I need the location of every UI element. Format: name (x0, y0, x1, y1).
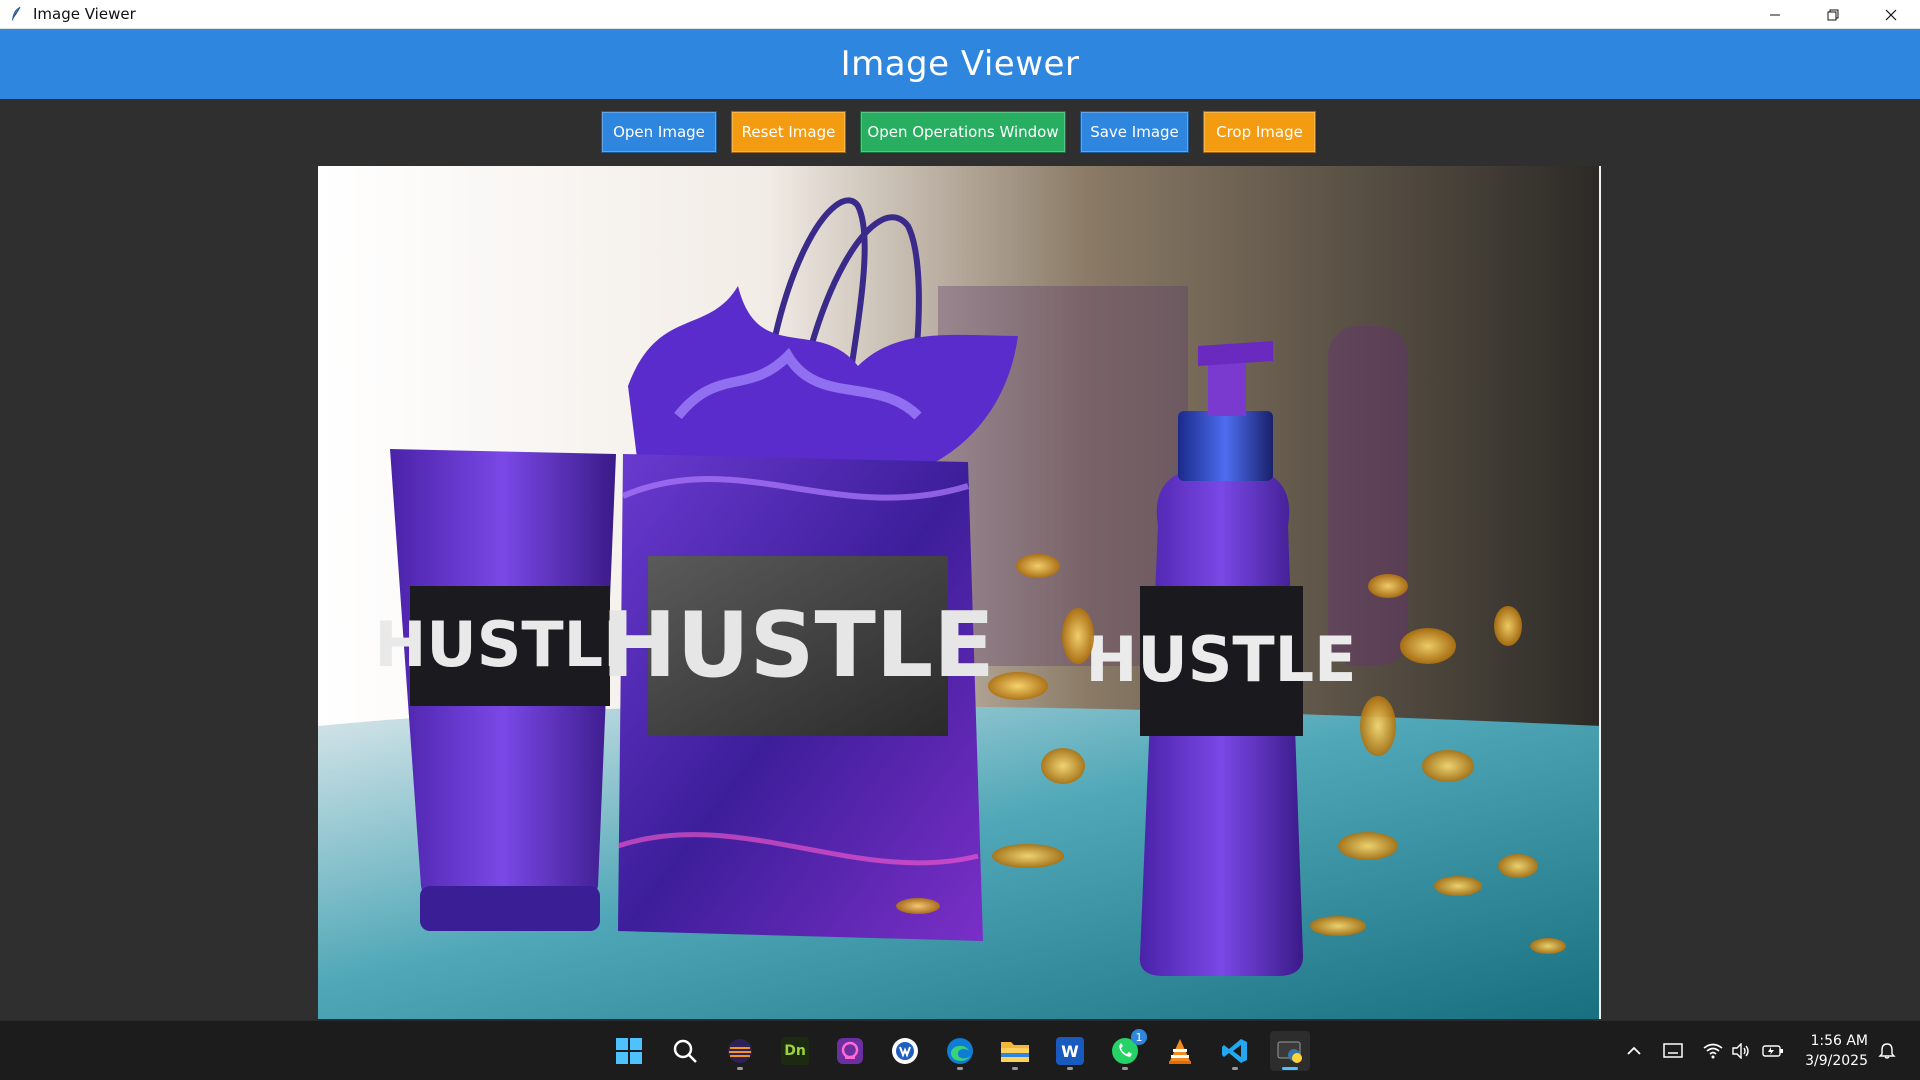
dimension-icon[interactable]: Dn (775, 1031, 815, 1071)
close-button[interactable] (1862, 0, 1920, 29)
display-icon[interactable] (1659, 1021, 1687, 1080)
open-image-button[interactable]: Open Image (601, 111, 717, 153)
clock-time: 1:56 AM (1810, 1033, 1868, 1049)
open-operations-window-button[interactable]: Open Operations Window (860, 111, 1066, 153)
word-icon[interactable]: W (1050, 1031, 1090, 1071)
minimize-button[interactable] (1746, 0, 1804, 29)
taskbar: Dn W 1 1:56 AM 3/9/2025 (0, 1020, 1920, 1080)
vlc-icon[interactable] (1160, 1031, 1200, 1071)
python-app-icon[interactable] (1270, 1031, 1310, 1071)
app-purple-icon[interactable] (830, 1031, 870, 1071)
svg-text:HUSTLE: HUSTLE (601, 593, 994, 698)
app-header-title: Image Viewer (840, 44, 1080, 84)
file-explorer-icon[interactable] (995, 1031, 1035, 1071)
crop-image-button[interactable]: Crop Image (1203, 111, 1316, 153)
eclipse-icon[interactable] (720, 1031, 760, 1071)
wifi-icon[interactable] (1700, 1021, 1726, 1080)
chevron-up-icon[interactable] (1620, 1021, 1648, 1080)
window-title: Image Viewer (33, 5, 136, 23)
toolbar: Open Image Reset Image Open Operations W… (0, 111, 1920, 153)
system-clock[interactable]: 1:56 AM 3/9/2025 (1788, 1031, 1868, 1071)
volume-icon[interactable] (1728, 1021, 1754, 1080)
search-icon[interactable] (665, 1031, 705, 1071)
save-image-button[interactable]: Save Image (1080, 111, 1189, 153)
window-titlebar: Image Viewer (0, 0, 1920, 29)
edge-icon[interactable] (940, 1031, 980, 1071)
app-header: Image Viewer (0, 29, 1920, 99)
clock-date: 3/9/2025 (1805, 1053, 1868, 1069)
start-icon[interactable] (609, 1031, 649, 1071)
notification-badge: 1 (1131, 1029, 1147, 1045)
app-blue-circle-icon[interactable] (885, 1031, 925, 1071)
whatsapp-icon[interactable]: 1 (1105, 1029, 1147, 1071)
reset-image-button[interactable]: Reset Image (731, 111, 846, 153)
restore-button[interactable] (1804, 0, 1862, 29)
battery-icon[interactable] (1760, 1021, 1786, 1080)
vscode-icon[interactable] (1215, 1031, 1255, 1071)
image-canvas[interactable]: HUSTLE HUSTLE HUSTLE (318, 166, 1601, 1019)
feather-icon (8, 6, 24, 22)
notification-icon[interactable] (1873, 1021, 1901, 1080)
product-render-image: HUSTLE HUSTLE HUSTLE (318, 166, 1599, 1019)
svg-text:HUSTLE: HUSTLE (1085, 623, 1356, 696)
